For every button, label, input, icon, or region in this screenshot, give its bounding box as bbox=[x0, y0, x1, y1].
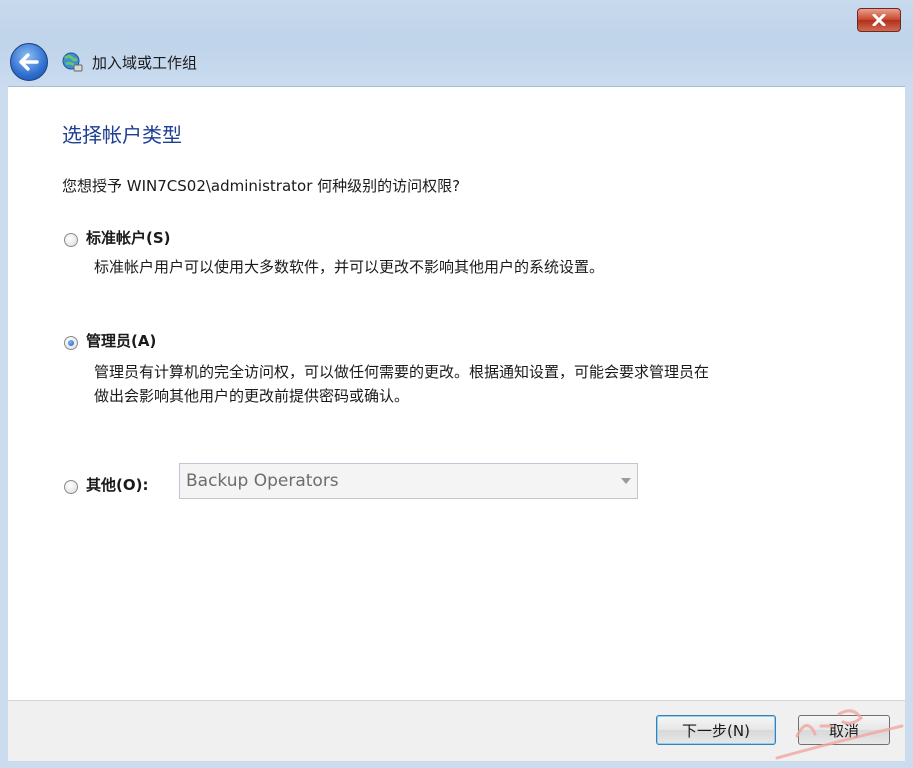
window-frame: 加入域或工作组 选择帐户类型 您想授予 WIN7CS02\administrat… bbox=[0, 0, 913, 768]
close-icon bbox=[872, 14, 886, 26]
administrator-description-line-1: 管理员有计算机的完全访问权，可以做任何需要的更改。根据通知设置，可能会要求管理员… bbox=[94, 363, 710, 381]
administrator-label[interactable]: 管理员(A) bbox=[86, 330, 156, 351]
standard-account-radio[interactable] bbox=[64, 233, 78, 247]
administrator-description-line-2: 做出会影响其他用户的更改前提供密码或确认。 bbox=[94, 387, 410, 405]
back-arrow-icon bbox=[19, 53, 39, 71]
close-button[interactable] bbox=[857, 8, 901, 32]
group-select-value: Backup Operators bbox=[186, 471, 339, 491]
other-label[interactable]: 其他(O): bbox=[86, 474, 148, 495]
access-level-question: 您想授予 WIN7CS02\administrator 何种级别的访问权限? bbox=[62, 177, 461, 195]
group-select[interactable]: Backup Operators bbox=[179, 463, 638, 499]
wizard-title: 加入域或工作组 bbox=[92, 53, 198, 72]
standard-account-description: 标准帐户用户可以使用大多数软件，并可以更改不影响其他用户的系统设置。 bbox=[94, 258, 605, 276]
wizard-content: 选择帐户类型 您想授予 WIN7CS02\administrator 何种级别的… bbox=[8, 86, 905, 701]
watermark-logo bbox=[775, 709, 904, 760]
other-radio[interactable] bbox=[64, 480, 78, 494]
network-globe-icon bbox=[62, 52, 83, 72]
administrator-radio[interactable] bbox=[64, 336, 78, 350]
dropdown-arrow[interactable] bbox=[615, 478, 637, 484]
standard-account-label[interactable]: 标准帐户(S) bbox=[86, 227, 171, 248]
navigation-bar: 加入域或工作组 bbox=[10, 42, 197, 82]
page-title: 选择帐户类型 bbox=[62, 123, 182, 147]
chevron-down-icon bbox=[621, 478, 631, 484]
back-button[interactable] bbox=[10, 43, 48, 81]
